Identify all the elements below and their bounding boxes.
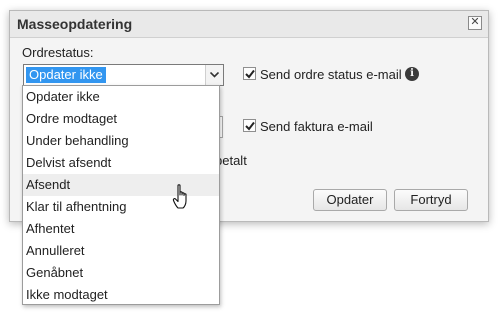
dropdown-option[interactable]: Ikke modtaget — [23, 284, 219, 306]
checkmark-icon — [245, 121, 255, 131]
dropdown-option[interactable]: Ordre modtaget — [23, 108, 219, 130]
order-status-select[interactable]: Opdater ikke — [23, 64, 224, 86]
close-icon: ✕ — [470, 16, 480, 28]
send-invoice-email-label: Send faktura e-mail — [260, 119, 373, 134]
order-status-selected-value: Opdater ikke — [26, 67, 106, 83]
send-order-status-email-checkbox[interactable] — [243, 67, 256, 80]
dropdown-option[interactable]: Under behandling — [23, 130, 219, 152]
dropdown-option[interactable]: Annulleret — [23, 240, 219, 262]
dialog-titlebar: Masseopdatering ✕ — [10, 11, 488, 38]
dropdown-option[interactable]: Genåbnet — [23, 262, 219, 284]
dropdown-option[interactable]: Delvist afsendt — [23, 152, 219, 174]
dropdown-option[interactable]: Opdater ikke — [23, 86, 219, 108]
chevron-down-icon — [210, 72, 219, 78]
dialog-title: Masseopdatering — [17, 16, 133, 32]
send-order-status-email-label: Send ordre status e-mail — [260, 67, 402, 82]
checkmark-icon — [245, 69, 255, 79]
close-button[interactable]: ✕ — [468, 16, 482, 30]
select-arrow[interactable] — [205, 65, 223, 85]
update-button[interactable]: Opdater — [313, 189, 387, 211]
order-status-label: Ordrestatus: — [22, 45, 94, 60]
info-icon[interactable]: i — [405, 67, 419, 81]
cancel-button[interactable]: Fortryd — [394, 189, 468, 211]
dropdown-option[interactable]: Afhentet — [23, 218, 219, 240]
send-invoice-email-checkbox[interactable] — [243, 119, 256, 132]
hand-pointer-icon — [172, 184, 187, 209]
